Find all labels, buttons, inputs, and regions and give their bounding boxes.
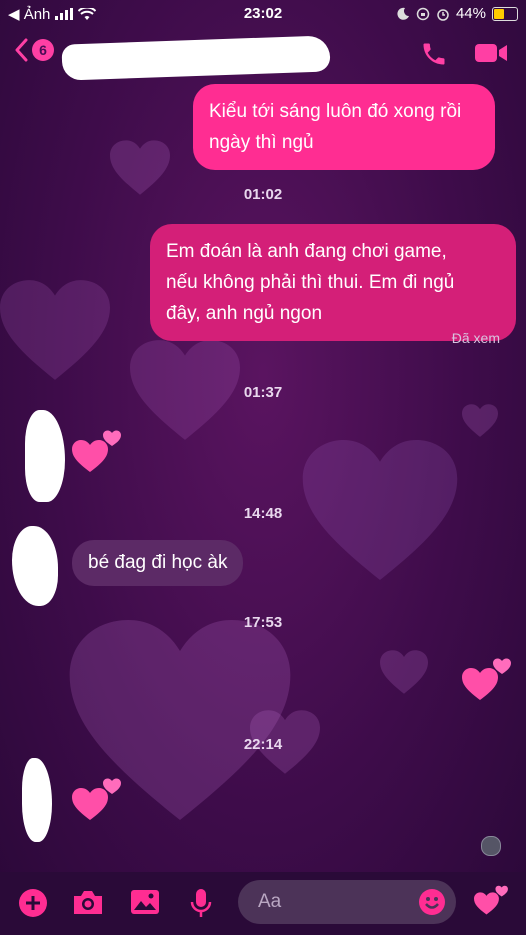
message-line: đây, anh ngủ ngon xyxy=(166,303,323,324)
back-chevron-icon xyxy=(15,38,28,62)
chat-header: 6 xyxy=(0,28,526,81)
camera-icon[interactable] xyxy=(72,888,104,916)
timestamp: 01:02 xyxy=(243,186,283,203)
timestamp: 01:37 xyxy=(243,384,283,401)
message-incoming[interactable]: bé đag đi học àk xyxy=(72,540,244,586)
image-icon[interactable] xyxy=(130,888,160,916)
video-camera-icon[interactable] xyxy=(474,40,508,66)
background-heart-icon xyxy=(380,650,428,694)
timestamp: 17:53 xyxy=(243,614,283,631)
message-input-placeholder: Aa xyxy=(258,891,282,912)
orientation-lock-icon xyxy=(416,7,430,20)
redacted-contact-name[interactable] xyxy=(61,35,331,81)
alarm-icon xyxy=(437,8,449,21)
pink-hearts-sticker-icon[interactable] xyxy=(72,776,124,822)
pink-hearts-sticker-icon[interactable] xyxy=(72,428,124,474)
redacted-avatar xyxy=(22,758,52,842)
message-line: nếu không phải thì thui. Em đi ngủ xyxy=(166,272,455,293)
battery-percent: 44% xyxy=(455,5,486,22)
microphone-icon[interactable] xyxy=(189,888,213,918)
status-bar: ◀ Ảnh 23:02 44% xyxy=(0,0,526,28)
message-line: ngày thì ngủ xyxy=(209,132,314,153)
message-outgoing[interactable]: Kiểu tới sáng luôn đó xong rồi ngày thì … xyxy=(193,84,495,170)
read-receipt-avatar xyxy=(481,836,501,856)
battery-icon xyxy=(492,6,518,21)
unread-count-badge: 6 xyxy=(32,39,54,61)
background-heart-icon xyxy=(462,404,498,437)
timestamp: 22:14 xyxy=(243,736,283,753)
back-button[interactable]: 6 xyxy=(14,38,54,62)
status-bar-right: 44% xyxy=(396,5,518,22)
background-heart-icon xyxy=(0,280,110,380)
message-input[interactable]: Aa xyxy=(238,880,456,924)
emoji-icon[interactable] xyxy=(418,888,446,916)
message-line: Em đoán là anh đang chơi game, xyxy=(166,241,447,262)
message-line: Kiểu tới sáng luôn đó xong rồi xyxy=(209,101,462,122)
redacted-avatar xyxy=(12,526,58,606)
phone-icon[interactable] xyxy=(420,40,448,68)
redacted-avatar xyxy=(25,410,65,502)
plus-icon[interactable] xyxy=(18,888,48,918)
moon-icon xyxy=(397,7,409,20)
timestamp: 14:48 xyxy=(243,505,283,522)
hearts-icon[interactable] xyxy=(474,884,510,916)
pink-hearts-sticker-icon[interactable] xyxy=(462,656,514,702)
message-outgoing[interactable]: Em đoán là anh đang chơi game, nếu không… xyxy=(150,224,516,341)
header-actions xyxy=(420,40,508,68)
composer-bar: Aa xyxy=(0,872,526,935)
seen-status: Đã xem xyxy=(451,330,500,346)
